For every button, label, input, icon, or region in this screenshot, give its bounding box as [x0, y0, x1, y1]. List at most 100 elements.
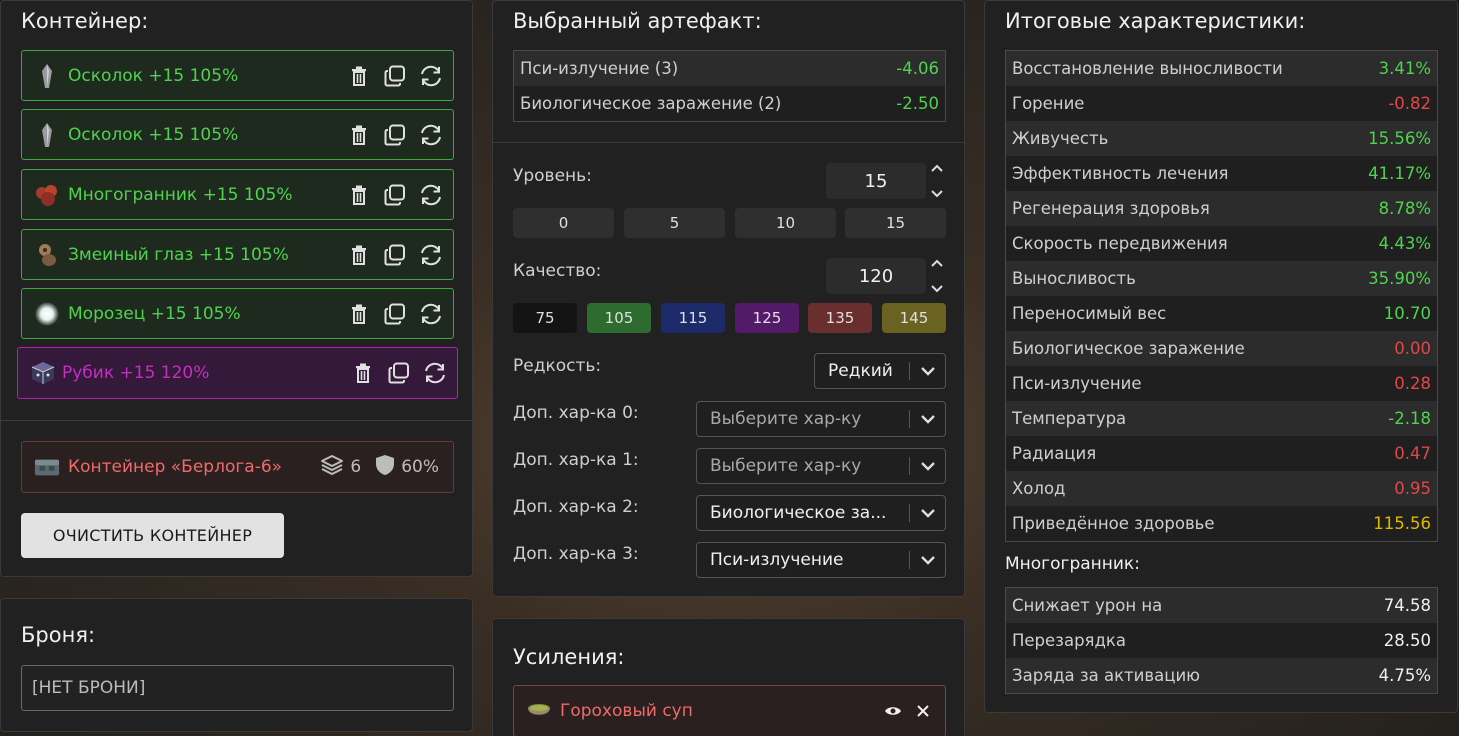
refresh-icon[interactable]: [419, 243, 443, 267]
artifact-item[interactable]: Рубик +15 120%: [17, 347, 458, 399]
stat-row: Снижает урон на 74.58: [1006, 588, 1437, 623]
armor-field[interactable]: [НЕТ БРОНИ]: [21, 665, 454, 711]
totals-panel: Итоговые характеристики: Восстановление …: [984, 0, 1458, 713]
artifact-name: Морозец +15 105%: [68, 303, 241, 324]
refresh-icon[interactable]: [419, 302, 443, 326]
chevron-up-icon[interactable]: [931, 259, 943, 267]
level-preset-button[interactable]: 5: [624, 208, 725, 238]
chevron-down-icon[interactable]: [910, 366, 945, 376]
stat-value: 35.90%: [1368, 269, 1431, 288]
rarity-select[interactable]: Редкий: [814, 353, 946, 389]
level-input[interactable]: 15: [826, 163, 926, 199]
artifact-name: Осколок +15 105%: [68, 124, 239, 145]
refresh-icon[interactable]: [423, 361, 447, 385]
stat-label: Переносимый вес: [1012, 304, 1167, 323]
copy-icon[interactable]: [383, 302, 407, 326]
artifact-item[interactable]: Змеиный глаз +15 105%: [21, 229, 454, 280]
quality-input[interactable]: 120: [826, 258, 926, 294]
stat-value: 0.28: [1394, 374, 1431, 393]
chevron-down-icon[interactable]: [910, 461, 945, 471]
copy-icon[interactable]: [383, 123, 407, 147]
stat-row: Приведённое здоровье 115.56: [1006, 506, 1437, 541]
clear-container-button[interactable]: ОЧИСТИТЬ КОНТЕЙНЕР: [21, 513, 284, 558]
layers-icon: [320, 453, 344, 482]
extra-stat-select[interactable]: Пси-излучение: [696, 542, 946, 578]
chevron-down-icon[interactable]: [910, 555, 945, 565]
stat-value: -2.50: [896, 94, 939, 113]
shard-icon: [34, 122, 60, 148]
level-spinner[interactable]: [930, 164, 944, 198]
copy-icon[interactable]: [383, 183, 407, 207]
select-value: Пси-излучение: [710, 550, 844, 570]
rarity-label: Редкость:: [513, 356, 602, 376]
copy-icon[interactable]: [383, 64, 407, 88]
shield-icon: [375, 454, 395, 481]
extra-stat-select[interactable]: Биологическое за...: [696, 495, 946, 531]
stat-label: Регенерация здоровья: [1012, 199, 1210, 218]
chevron-down-icon[interactable]: [931, 190, 943, 198]
stat-label: Заряда за активацию: [1012, 666, 1201, 685]
stat-row: Радиация 0.47: [1006, 436, 1437, 471]
boost-name: Гороховый суп: [560, 701, 693, 721]
extra-stat-select[interactable]: Выберите хар-ку: [696, 401, 946, 437]
stat-label: Пси-излучение: [1012, 374, 1142, 393]
eye-icon[interactable]: [881, 699, 905, 723]
copy-icon[interactable]: [383, 243, 407, 267]
stat-row: Живучесть 15.56%: [1006, 121, 1437, 156]
trash-icon[interactable]: [347, 302, 371, 326]
stat-row: Горение -0.82: [1006, 86, 1437, 121]
artifact-item[interactable]: Осколок +15 105%: [21, 109, 454, 160]
level-preset-button[interactable]: 0: [513, 208, 614, 238]
trash-icon[interactable]: [351, 361, 375, 385]
artifact-item[interactable]: Многогранник +15 105%: [21, 169, 454, 220]
trash-icon[interactable]: [347, 64, 371, 88]
extra-stat-label: Доп. хар-ка 2:: [513, 497, 639, 517]
stat-value: 4.43%: [1378, 234, 1431, 253]
stat-value: 74.58: [1383, 596, 1431, 615]
artifact-item[interactable]: Осколок +15 105%: [21, 50, 454, 101]
boosts-panel: Усиления: Гороховый суп: [492, 618, 965, 736]
container-name: Контейнер «Берлога-6»: [68, 457, 283, 477]
extra-stat-select[interactable]: Выберите хар-ку: [696, 448, 946, 484]
boost-item[interactable]: Гороховый суп: [513, 685, 946, 736]
stat-row: Биологическое заражение 0.00: [1006, 331, 1437, 366]
stat-row: Заряда за активацию 4.75%: [1006, 658, 1437, 693]
soup-icon: [526, 698, 552, 724]
select-value: Выберите хар-ку: [710, 456, 862, 476]
chevron-down-icon[interactable]: [910, 508, 945, 518]
rarity-value: Редкий: [828, 361, 893, 381]
trash-icon[interactable]: [347, 183, 371, 207]
divider: [493, 142, 966, 143]
stat-label: Скорость передвижения: [1012, 234, 1228, 253]
level-preset-button[interactable]: 15: [845, 208, 946, 238]
shard-icon: [34, 63, 60, 89]
artifact-item[interactable]: Морозец +15 105%: [21, 288, 454, 339]
stat-row: Холод 0.95: [1006, 471, 1437, 506]
chevron-down-icon[interactable]: [931, 285, 943, 293]
trash-icon[interactable]: [347, 123, 371, 147]
quality-spinner[interactable]: [930, 259, 944, 293]
trash-icon[interactable]: [347, 243, 371, 267]
stat-value: -2.18: [1388, 409, 1431, 428]
chevron-up-icon[interactable]: [931, 164, 943, 172]
chevron-down-icon[interactable]: [910, 414, 945, 424]
close-icon[interactable]: [911, 699, 935, 723]
armor-title: Броня:: [21, 623, 96, 647]
quality-preset-button[interactable]: 105: [587, 303, 651, 333]
quality-preset-button[interactable]: 75: [513, 303, 577, 333]
stat-label: Холод: [1012, 479, 1066, 498]
stat-value: -4.06: [896, 59, 939, 78]
copy-icon[interactable]: [387, 361, 411, 385]
refresh-icon[interactable]: [419, 123, 443, 147]
stat-row: Перезарядка 28.50: [1006, 623, 1437, 658]
refresh-icon[interactable]: [419, 183, 443, 207]
stat-value: -0.82: [1388, 94, 1431, 113]
quality-preset-button[interactable]: 145: [882, 303, 946, 333]
quality-preset-button[interactable]: 135: [808, 303, 872, 333]
level-preset-button[interactable]: 10: [735, 208, 836, 238]
quality-preset-button[interactable]: 125: [735, 303, 799, 333]
container-info[interactable]: Контейнер «Берлога-6» 6 60%: [21, 441, 454, 493]
quality-preset-button[interactable]: 115: [661, 303, 725, 333]
stat-row: Регенерация здоровья 8.78%: [1006, 191, 1437, 226]
refresh-icon[interactable]: [419, 64, 443, 88]
